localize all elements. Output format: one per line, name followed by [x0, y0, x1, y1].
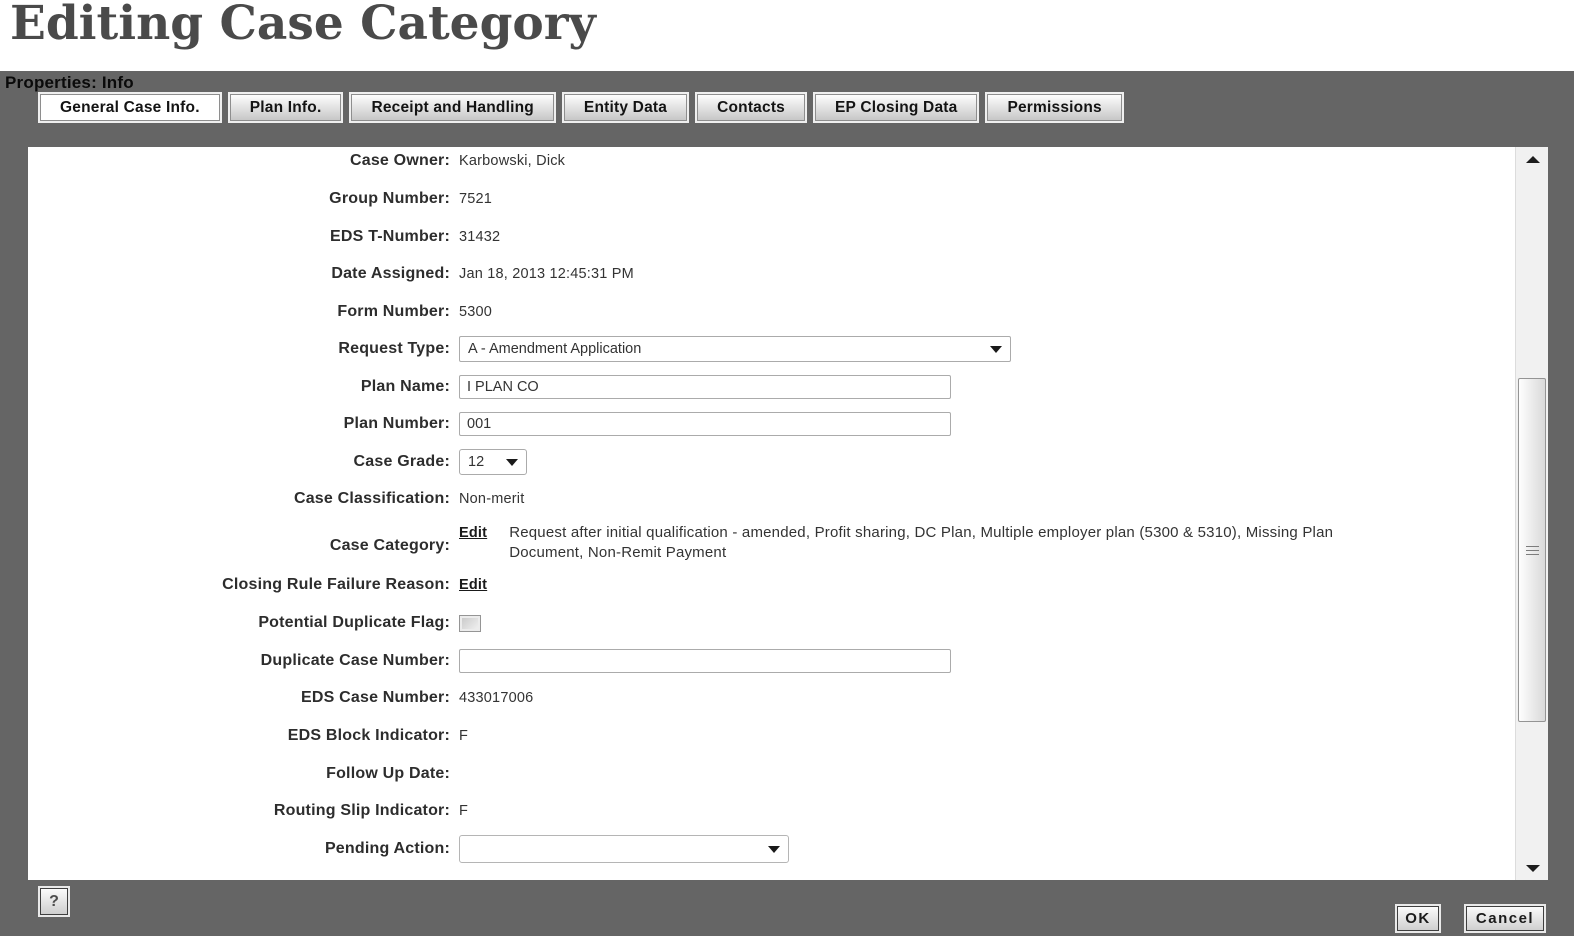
row-case-owner: Case Owner: Karbowski, Dick	[28, 148, 1508, 174]
case-classification-value: Non-merit	[459, 491, 524, 507]
plan-name-input[interactable]	[459, 375, 951, 399]
row-eds-t-number: EDS T-Number: 31432	[28, 224, 1508, 250]
tab-contacts[interactable]: Contacts	[697, 94, 805, 121]
case-category-label: Case Category:	[28, 537, 450, 555]
plan-number-input[interactable]	[459, 412, 951, 436]
duplicate-case-number-label: Duplicate Case Number:	[28, 652, 450, 670]
properties-panel: Properties: Info General Case Info. Plan…	[0, 71, 1574, 936]
scroll-down-button[interactable]	[1516, 859, 1549, 877]
row-group-number: Group Number: 7521	[28, 186, 1508, 212]
request-type-selected-value: A - Amendment Application	[468, 341, 641, 357]
row-plan-name: Plan Name:	[28, 374, 1508, 400]
row-routing-slip-indicator: Routing Slip Indicator: F	[28, 798, 1508, 824]
ok-button[interactable]: OK	[1397, 906, 1439, 931]
plan-number-label: Plan Number:	[28, 415, 450, 433]
row-case-classification: Case Classification: Non-merit	[28, 486, 1508, 512]
tab-entity-data[interactable]: Entity Data	[564, 94, 687, 121]
case-grade-label: Case Grade:	[28, 453, 450, 471]
closing-rule-failure-reason-edit-link[interactable]: Edit	[459, 577, 487, 593]
follow-up-date-label: Follow Up Date:	[28, 765, 450, 783]
row-plan-number: Plan Number:	[28, 411, 1508, 437]
vertical-scrollbar[interactable]	[1515, 147, 1548, 880]
group-number-label: Group Number:	[28, 190, 450, 208]
eds-block-indicator-value: F	[459, 728, 468, 744]
routing-slip-indicator-value: F	[459, 803, 468, 819]
scrollbar-grip-icon	[1526, 546, 1539, 555]
request-type-label: Request Type:	[28, 340, 450, 358]
row-form-number: Form Number: 5300	[28, 299, 1508, 325]
routing-slip-indicator-label: Routing Slip Indicator:	[28, 802, 450, 820]
help-button[interactable]: ?	[40, 888, 68, 915]
case-grade-select[interactable]: 12	[459, 449, 527, 475]
tab-receipt-and-handling[interactable]: Receipt and Handling	[351, 94, 553, 121]
request-type-select[interactable]: A - Amendment Application	[459, 336, 1011, 362]
tab-plan-info[interactable]: Plan Info.	[230, 94, 342, 121]
case-grade-selected-value: 12	[468, 454, 484, 470]
case-classification-label: Case Classification:	[28, 490, 450, 508]
row-closing-rule-failure-reason: Closing Rule Failure Reason: Edit	[28, 572, 1508, 598]
chevron-down-icon	[990, 346, 1002, 353]
row-case-grade: Case Grade: 12	[28, 449, 1508, 475]
group-number-value: 7521	[459, 191, 492, 207]
date-assigned-label: Date Assigned:	[28, 265, 450, 283]
form-scroll-area: Case Owner: Karbowski, Dick Group Number…	[28, 147, 1548, 880]
arrow-up-icon	[1526, 156, 1540, 163]
row-case-category: Case Category: Edit Request after initia…	[28, 523, 1508, 569]
scrollbar-thumb[interactable]	[1518, 378, 1546, 722]
form-number-label: Form Number:	[28, 303, 450, 321]
arrow-down-icon	[1526, 865, 1540, 872]
chevron-down-icon	[768, 846, 780, 853]
pending-action-select[interactable]	[459, 835, 789, 863]
cancel-button[interactable]: Cancel	[1466, 906, 1544, 931]
potential-duplicate-flag-label: Potential Duplicate Flag:	[28, 614, 450, 632]
case-category-value-group: Edit Request after initial qualification…	[450, 523, 1339, 563]
row-pending-action: Pending Action:	[28, 836, 1508, 862]
closing-rule-failure-reason-label: Closing Rule Failure Reason:	[28, 576, 450, 594]
scroll-up-button[interactable]	[1516, 150, 1549, 168]
potential-duplicate-flag-checkbox[interactable]	[459, 615, 481, 632]
plan-name-label: Plan Name:	[28, 378, 450, 396]
row-follow-up-date: Follow Up Date:	[28, 761, 1508, 787]
row-eds-block-indicator: EDS Block Indicator: F	[28, 723, 1508, 749]
eds-case-number-label: EDS Case Number:	[28, 689, 450, 707]
panel-header: Properties: Info	[5, 73, 134, 93]
row-date-assigned: Date Assigned: Jan 18, 2013 12:45:31 PM	[28, 261, 1508, 287]
tab-general-case-info[interactable]: General Case Info.	[40, 94, 220, 121]
date-assigned-value: Jan 18, 2013 12:45:31 PM	[459, 266, 634, 282]
eds-block-indicator-label: EDS Block Indicator:	[28, 727, 450, 745]
case-category-edit-link[interactable]: Edit	[459, 523, 487, 543]
case-owner-value: Karbowski, Dick	[459, 153, 565, 169]
case-owner-label: Case Owner:	[28, 152, 450, 170]
row-request-type: Request Type: A - Amendment Application	[28, 336, 1508, 362]
case-category-value: Request after initial qualification - am…	[509, 523, 1339, 563]
row-duplicate-case-number: Duplicate Case Number:	[28, 648, 1508, 674]
tab-ep-closing-data[interactable]: EP Closing Data	[815, 94, 977, 121]
eds-case-number-value: 433017006	[459, 690, 533, 706]
row-eds-case-number: EDS Case Number: 433017006	[28, 685, 1508, 711]
form-number-value: 5300	[459, 304, 492, 320]
tab-permissions[interactable]: Permissions	[987, 94, 1121, 121]
eds-t-number-value: 31432	[459, 229, 500, 245]
tab-bar: General Case Info. Plan Info. Receipt an…	[40, 94, 1122, 121]
eds-t-number-label: EDS T-Number:	[28, 228, 450, 246]
page-title: Editing Case Category	[10, 0, 596, 51]
duplicate-case-number-input[interactable]	[459, 649, 951, 673]
chevron-down-icon	[506, 459, 518, 466]
row-potential-duplicate-flag: Potential Duplicate Flag:	[28, 610, 1508, 636]
pending-action-label: Pending Action:	[28, 840, 450, 858]
